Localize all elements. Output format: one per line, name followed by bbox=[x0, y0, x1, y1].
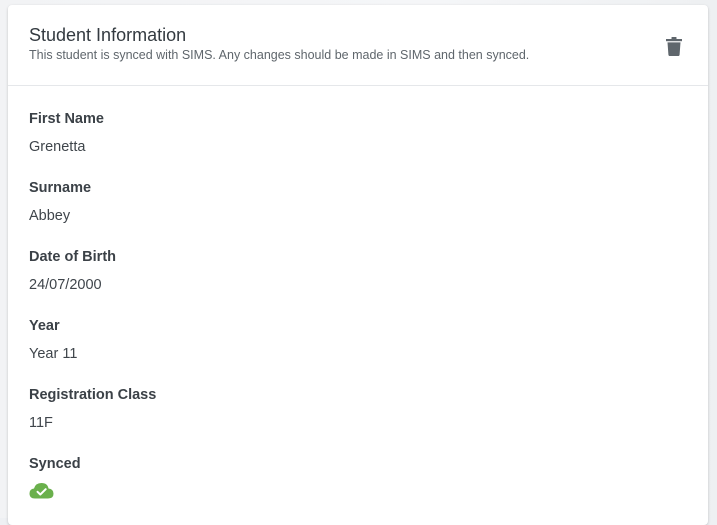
sync-notice: This student is synced with SIMS. Any ch… bbox=[29, 48, 530, 62]
synced-label: Synced bbox=[29, 456, 81, 472]
field-surname: Surname Abbey bbox=[29, 179, 91, 225]
year-value: Year 11 bbox=[29, 346, 78, 362]
trash-icon bbox=[666, 36, 688, 56]
first-name-label: First Name bbox=[29, 111, 104, 127]
delete-student-button[interactable] bbox=[666, 33, 688, 59]
surname-value: Abbey bbox=[29, 208, 71, 224]
field-registration-class: Registration Class 11F bbox=[29, 386, 156, 432]
registration-class-label: Registration Class bbox=[29, 387, 157, 403]
date-of-birth-value: 24/07/2000 bbox=[29, 277, 102, 293]
card-title: Student Information bbox=[29, 25, 187, 45]
first-name-value: Grenetta bbox=[29, 139, 86, 155]
surname-label: Surname bbox=[29, 180, 92, 196]
card-header: Student Information This student is sync… bbox=[8, 5, 708, 86]
field-first-name: First Name Grenetta bbox=[29, 110, 104, 156]
cloud-check-icon bbox=[29, 482, 81, 504]
student-information-card: Student Information This student is sync… bbox=[8, 5, 708, 525]
field-synced: Synced bbox=[29, 455, 81, 504]
date-of-birth-label: Date of Birth bbox=[29, 249, 116, 265]
registration-class-value: 11F bbox=[29, 415, 53, 431]
year-label: Year bbox=[29, 318, 60, 334]
field-date-of-birth: Date of Birth 24/07/2000 bbox=[29, 248, 116, 294]
field-year: Year Year 11 bbox=[29, 317, 77, 363]
